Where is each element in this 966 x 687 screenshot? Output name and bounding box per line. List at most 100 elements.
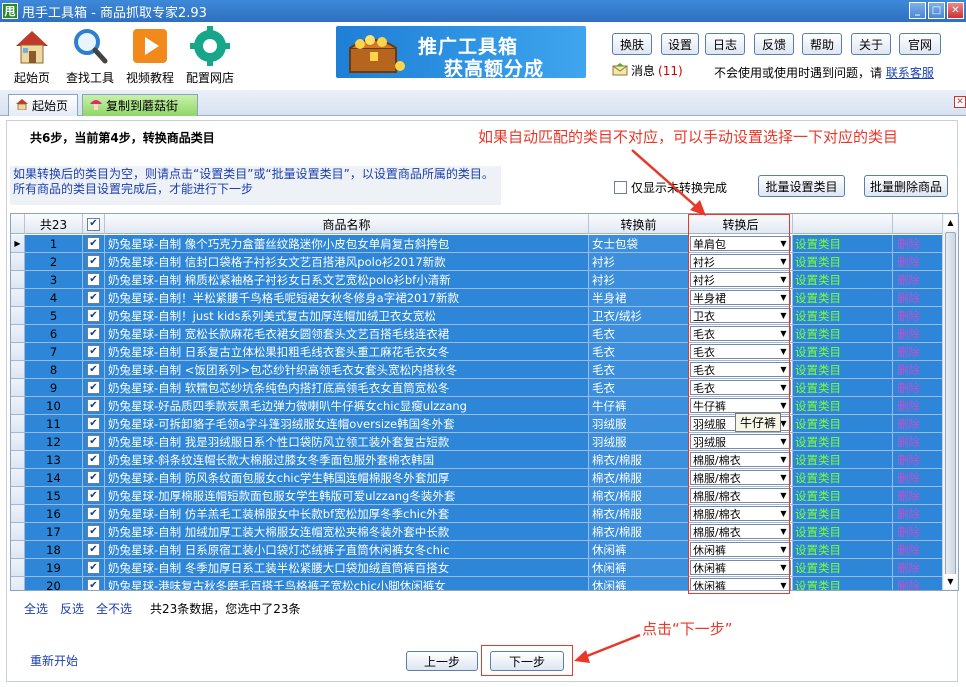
row-checkbox-cell[interactable]: ✔ <box>83 235 105 253</box>
row-checkbox-cell[interactable]: ✔ <box>83 289 105 307</box>
dropdown-box[interactable]: 棉服/棉衣 ▼ <box>690 524 791 539</box>
row-checkbox-cell[interactable]: ✔ <box>83 271 105 289</box>
row-checkbox[interactable]: ✔ <box>87 363 100 376</box>
category-after-dropdown[interactable]: 毛衣 ▼ <box>689 379 793 397</box>
set-category-link-cell[interactable]: 设置类目 <box>793 307 893 325</box>
set-category-link-cell[interactable]: 设置类目 <box>793 379 893 397</box>
row-checkbox[interactable]: ✔ <box>87 489 100 502</box>
minimize-button[interactable]: _ <box>909 2 926 19</box>
table-row[interactable]: 19 ✔ 奶兔星球-自制 冬季加厚日系工装半松紧腰大口袋加绒直筒裤百搭女 休闲裤 休闲裤… <box>11 559 944 577</box>
delete-link-cell[interactable]: 删除 <box>893 451 944 469</box>
row-checkbox[interactable]: ✔ <box>87 399 100 412</box>
set-category-link[interactable]: 设置类目 <box>793 452 841 468</box>
delete-link[interactable]: 删除 <box>893 236 920 252</box>
dropdown-box[interactable]: 单肩包 ▼ <box>690 236 791 251</box>
delete-link-cell[interactable]: 删除 <box>893 415 944 433</box>
table-row[interactable]: 12 ✔ 奶兔星球-自制 我是羽绒服日系个性口袋防风立领工装外套复古短款 羽绒服 羽绒服… <box>11 433 944 451</box>
row-checkbox[interactable]: ✔ <box>87 255 100 268</box>
delete-link[interactable]: 删除 <box>893 542 920 558</box>
row-checkbox-cell[interactable]: ✔ <box>83 577 105 590</box>
row-checkbox-cell[interactable]: ✔ <box>83 487 105 505</box>
delete-link[interactable]: 删除 <box>893 272 920 288</box>
delete-link[interactable]: 删除 <box>893 578 920 591</box>
chevron-down-icon[interactable]: ▼ <box>777 309 790 322</box>
set-category-link-cell[interactable]: 设置类目 <box>793 253 893 271</box>
delete-link[interactable]: 删除 <box>893 308 920 324</box>
row-checkbox-cell[interactable]: ✔ <box>83 541 105 559</box>
set-category-link-cell[interactable]: 设置类目 <box>793 523 893 541</box>
row-checkbox[interactable]: ✔ <box>87 327 100 340</box>
tab-start-page[interactable]: 起始页 <box>8 94 78 116</box>
set-category-link[interactable]: 设置类目 <box>793 416 841 432</box>
delete-link-cell[interactable]: 删除 <box>893 307 944 325</box>
about-button[interactable]: 关于 <box>851 33 891 55</box>
chevron-down-icon[interactable]: ▼ <box>777 399 790 412</box>
set-category-link-cell[interactable]: 设置类目 <box>793 325 893 343</box>
set-category-link-cell[interactable]: 设置类目 <box>793 235 893 253</box>
set-category-link[interactable]: 设置类目 <box>793 326 841 342</box>
set-category-link[interactable]: 设置类目 <box>793 236 841 252</box>
table-row[interactable]: 15 ✔ 奶兔星球-加厚棉服连帽短款面包服女学生韩版可爱ulzzang冬装外套 棉衣/… <box>11 487 944 505</box>
table-row[interactable]: 5 ✔ 奶兔星球-自制！just kids系列美式复古加厚连帽加绒卫衣女宽松 卫衣/绒… <box>11 307 944 325</box>
category-after-dropdown[interactable]: 休闲裤 ▼ <box>689 559 793 577</box>
dropdown-box[interactable]: 卫衣 ▼ <box>690 308 791 323</box>
set-category-link-cell[interactable]: 设置类目 <box>793 289 893 307</box>
select-all-link[interactable]: 全选 <box>24 600 48 617</box>
set-category-link-cell[interactable]: 设置类目 <box>793 397 893 415</box>
dropdown-box[interactable]: 衬衫 ▼ <box>690 272 791 287</box>
row-checkbox[interactable]: ✔ <box>87 417 100 430</box>
table-row[interactable]: 2 ✔ 奶兔星球-自制 信封口袋格子衬衫女文艺百搭港风polo衫2017新款 衬衫 衬衫… <box>11 253 944 271</box>
help-button[interactable]: 帮助 <box>802 33 842 55</box>
chevron-down-icon[interactable]: ▼ <box>777 543 790 556</box>
table-row[interactable]: 18 ✔ 奶兔星球-自制 日系原宿工装小口袋灯芯绒裤子直筒休闲裤女冬chic 休闲裤休… <box>11 541 944 559</box>
row-checkbox-cell[interactable]: ✔ <box>83 451 105 469</box>
row-checkbox-cell[interactable]: ✔ <box>83 379 105 397</box>
scroll-thumb[interactable] <box>945 232 956 576</box>
delete-link[interactable]: 删除 <box>893 524 920 540</box>
set-category-link-cell[interactable]: 设置类目 <box>793 541 893 559</box>
delete-link-cell[interactable]: 删除 <box>893 433 944 451</box>
tool-video-tutorial[interactable]: 视频教程 <box>120 26 180 86</box>
row-checkbox[interactable]: ✔ <box>87 291 100 304</box>
delete-link[interactable]: 删除 <box>893 416 920 432</box>
table-row[interactable]: 4 ✔ 奶兔星球-自制！半松紧腰千鸟格毛呢短裙女秋冬修身a字裙2017新款 半身裙 半身… <box>11 289 944 307</box>
delete-link-cell[interactable]: 删除 <box>893 379 944 397</box>
table-row[interactable]: 9 ✔ 奶兔星球-自制 软糯包芯纱坑条纯色内搭打底高领毛衣女直筒宽松冬 毛衣 毛衣 ▼ 设置… <box>11 379 944 397</box>
set-category-link[interactable]: 设置类目 <box>793 380 841 396</box>
only-show-checkbox[interactable] <box>614 181 627 194</box>
invert-selection-link[interactable]: 反选 <box>60 600 84 617</box>
row-checkbox[interactable]: ✔ <box>87 525 100 538</box>
delete-link[interactable]: 删除 <box>893 362 920 378</box>
set-category-link[interactable]: 设置类目 <box>793 254 841 270</box>
row-checkbox-cell[interactable]: ✔ <box>83 361 105 379</box>
table-row[interactable]: 8 ✔ 奶兔星球-自制 <饭团系列>包芯纱针织高领毛衣女套头宽松内搭秋冬 毛衣 毛衣 ▼ 设… <box>11 361 944 379</box>
tool-find-tools[interactable]: 查找工具 <box>60 26 120 86</box>
table-row[interactable]: 11 ✔ 奶兔星球-可拆卸貉子毛领a字斗篷羽绒服女连帽oversize韩国冬外套 羽绒… <box>11 415 944 433</box>
log-button[interactable]: 日志 <box>705 33 745 55</box>
category-after-dropdown[interactable]: 棉服/棉衣 ▼ <box>689 469 793 487</box>
dropdown-box[interactable]: 毛衣 ▼ <box>690 326 791 341</box>
table-row[interactable]: ▶ 1 ✔ 奶兔星球-自制 像个巧克力盒蕾丝纹路迷你小皮包女单肩复古斜挎包 女士包袋 单肩… <box>11 235 944 253</box>
only-show-unconverted[interactable]: 仅显示未转换完成 <box>614 179 727 196</box>
chevron-down-icon[interactable]: ▼ <box>777 453 790 466</box>
chevron-down-icon[interactable]: ▼ <box>777 381 790 394</box>
delete-link[interactable]: 删除 <box>893 470 920 486</box>
table-row[interactable]: 14 ✔ 奶兔星球-自制 防风条纹面包服女chic学生韩国连帽棉服冬外套加厚 棉衣/棉… <box>11 469 944 487</box>
contact-support-link[interactable]: 联系客服 <box>886 66 934 80</box>
category-after-dropdown[interactable]: 休闲裤 ▼ <box>689 577 793 590</box>
row-checkbox-cell[interactable]: ✔ <box>83 433 105 451</box>
category-after-dropdown[interactable]: 棉服/棉衣 ▼ <box>689 451 793 469</box>
table-row[interactable]: 6 ✔ 奶兔星球-自制 宽松长款麻花毛衣裙女圆领套头文艺百搭毛线连衣裙 毛衣 毛衣 ▼ 设置… <box>11 325 944 343</box>
dropdown-box[interactable]: 衬衫 ▼ <box>690 254 791 269</box>
table-row[interactable]: 16 ✔ 奶兔星球-自制 仿羊羔毛工装棉服女中长款bf宽松加厚冬季chic外套 棉衣/… <box>11 505 944 523</box>
set-category-link-cell[interactable]: 设置类目 <box>793 505 893 523</box>
dropdown-box[interactable]: 棉服/棉衣 ▼ <box>690 506 791 521</box>
select-none-link[interactable]: 全不选 <box>96 600 132 617</box>
dropdown-box[interactable]: 毛衣 ▼ <box>690 344 791 359</box>
dropdown-box[interactable]: 毛衣 ▼ <box>690 380 791 395</box>
promo-banner[interactable]: 推广工具箱 获高额分成 <box>336 26 586 78</box>
set-category-link[interactable]: 设置类目 <box>793 488 841 504</box>
category-after-dropdown[interactable]: 毛衣 ▼ <box>689 325 793 343</box>
delete-link-cell[interactable]: 删除 <box>893 271 944 289</box>
dropdown-box[interactable]: 棉服/棉衣 ▼ <box>690 488 791 503</box>
